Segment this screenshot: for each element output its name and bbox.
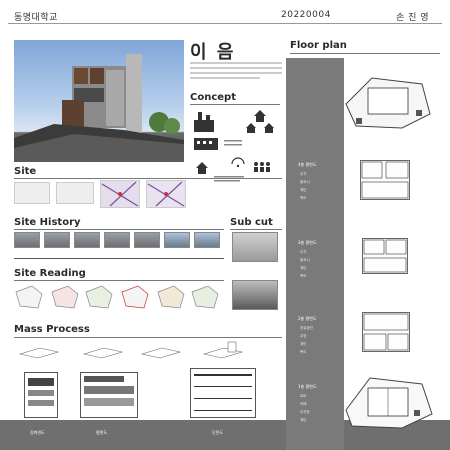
student-name: 손 진 영 xyxy=(396,13,430,23)
floor-2-item-2: 주방 xyxy=(300,334,307,338)
mass-process-diagrams xyxy=(18,341,244,359)
floor-3-item-4: 복도 xyxy=(300,274,307,278)
sub-cut-title: Sub cut xyxy=(230,217,273,228)
history-photo-3 xyxy=(74,232,100,248)
floor-plan-underline xyxy=(290,53,440,54)
site-title-text: Site xyxy=(14,166,37,177)
floor-1-item-1: 로비 xyxy=(300,394,307,398)
site-reading-underline xyxy=(14,280,224,281)
floor-1-label: 1층 평면도 xyxy=(298,384,317,389)
floor-4-item-3: 계단 xyxy=(300,188,307,192)
floor-4-plan-details xyxy=(361,161,409,199)
site-plan xyxy=(345,77,431,129)
mass-process-title: Mass Process xyxy=(14,324,90,335)
concept-icons xyxy=(194,110,274,182)
floor-3-item-2: 발코니 xyxy=(300,258,310,262)
site-history-title: Site History xyxy=(14,217,81,228)
site-map-roads xyxy=(101,181,185,207)
floor-plan-title: Floor plan xyxy=(290,40,347,51)
site-map-2 xyxy=(56,182,94,204)
history-photo-2 xyxy=(44,232,70,248)
floor-plan-band xyxy=(286,58,344,450)
floor-3-plan-details xyxy=(363,239,407,273)
site-reading-diagrams xyxy=(15,285,219,309)
floor-plan-title-text: Floor plan xyxy=(290,40,347,51)
floor-3-item-3: 계단 xyxy=(300,266,307,270)
project-title: 이 음 xyxy=(190,42,236,63)
sub-cut-underline xyxy=(230,229,282,230)
site-history-underline xyxy=(14,229,224,230)
title-description xyxy=(190,62,282,82)
site-reading-title-text: Site Reading xyxy=(14,268,86,279)
mass-process-underline xyxy=(14,337,282,338)
student-id: 20220004 xyxy=(281,10,331,20)
concept-title-text: Concept xyxy=(190,92,236,103)
floor-1-item-3: 주차장 xyxy=(300,410,310,414)
history-timeline xyxy=(14,258,224,259)
floor-2-item-4: 복도 xyxy=(300,350,307,354)
sub-cut-image-2 xyxy=(232,280,278,310)
site-history-title-text: Site History xyxy=(14,217,81,228)
floor-3-label: 3층 평면도 xyxy=(298,240,317,245)
floor-1-plan xyxy=(345,377,433,429)
sub-cut-title-text: Sub cut xyxy=(230,217,273,228)
floor-2-label: 2층 평면도 xyxy=(298,316,317,321)
floor-4-item-1: 주거 xyxy=(300,172,307,176)
hero-rendering xyxy=(14,40,184,162)
floor-4-label: 4층 평면도 xyxy=(298,162,317,167)
building-illustration xyxy=(14,54,184,162)
school-name: 동명대학교 xyxy=(14,13,58,23)
floor-1-item-4: 계단 xyxy=(300,418,307,422)
header-rule xyxy=(8,23,442,24)
floor-1-item-2: 카페 xyxy=(300,402,307,406)
sub-cut-image-1 xyxy=(232,232,278,262)
floor-4-item-2: 발코니 xyxy=(300,180,310,184)
history-photo-5 xyxy=(134,232,160,248)
history-photo-4 xyxy=(104,232,130,248)
concept-title: Concept xyxy=(190,92,236,103)
site-underline xyxy=(14,178,282,179)
history-photo-1 xyxy=(14,232,40,248)
site-title: Site xyxy=(14,166,36,177)
floor-3-item-1: 주거 xyxy=(300,250,307,254)
floor-2-item-1: 공유공간 xyxy=(300,326,313,330)
history-photo-6 xyxy=(164,232,190,248)
label-section: 단면도 xyxy=(212,430,224,435)
floor-2-item-3: 계단 xyxy=(300,342,307,346)
site-map-1 xyxy=(14,182,50,204)
elevation-details xyxy=(28,374,252,411)
label-plan: 평면도 xyxy=(96,430,108,435)
history-photo-7 xyxy=(194,232,220,248)
site-reading-title: Site Reading xyxy=(14,268,86,279)
floor-2-plan-details xyxy=(363,313,409,351)
concept-underline xyxy=(190,104,280,105)
floor-4-item-4: 복도 xyxy=(300,196,307,200)
label-front-elevation: 정측면도 xyxy=(30,430,45,435)
mass-process-title-text: Mass Process xyxy=(14,324,90,335)
